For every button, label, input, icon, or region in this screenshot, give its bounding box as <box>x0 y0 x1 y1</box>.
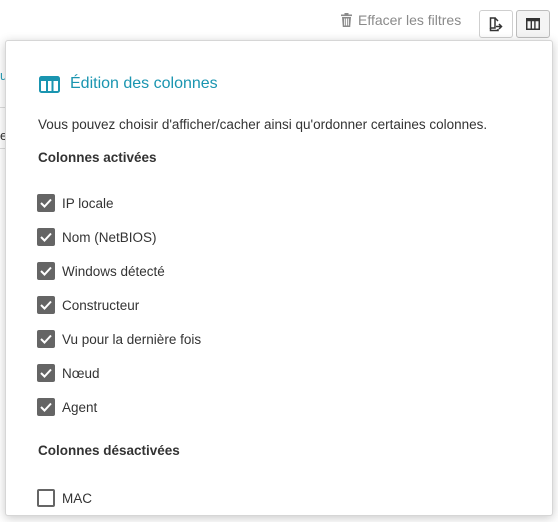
column-label: IP locale <box>62 195 114 211</box>
column-item-nom-netbios[interactable]: Nom (NetBIOS) <box>37 220 201 254</box>
checkbox-checked[interactable] <box>37 330 55 348</box>
columns-icon <box>39 75 60 93</box>
checkbox-checked[interactable] <box>37 262 55 280</box>
clear-filters-label: Effacer les filtres <box>358 12 462 28</box>
checkbox-checked[interactable] <box>37 194 55 212</box>
column-label: Agent <box>62 399 98 415</box>
column-label: Windows détecté <box>62 263 165 279</box>
check-icon <box>40 266 52 276</box>
column-label: MAC <box>62 490 92 506</box>
column-label: Nœud <box>62 365 100 381</box>
column-item-mac[interactable]: MAC <box>37 481 92 515</box>
check-icon <box>40 402 52 412</box>
columns-button[interactable] <box>516 10 550 38</box>
column-item-agent[interactable]: Agent <box>37 390 201 424</box>
column-item-constructeur[interactable]: Constructeur <box>37 288 201 322</box>
column-label: Constructeur <box>62 297 140 313</box>
popover-header: Édition des colonnes <box>39 75 218 93</box>
page-toolbar: Effacer les filtres <box>0 0 558 40</box>
columns-icon <box>526 18 540 30</box>
active-columns-heading: Colonnes activées <box>38 150 157 165</box>
clear-filters-button[interactable]: Effacer les filtres <box>340 12 461 28</box>
check-icon <box>40 198 52 208</box>
checkbox-checked[interactable] <box>37 364 55 382</box>
trash-icon <box>341 13 352 27</box>
column-editor-popover: Édition des colonnes Vous pouvez choisir… <box>5 40 553 516</box>
check-icon <box>40 300 52 310</box>
check-icon <box>40 232 52 242</box>
column-item-noeud[interactable]: Nœud <box>37 356 201 390</box>
export-button[interactable] <box>479 10 513 38</box>
checkbox-unchecked[interactable] <box>37 489 55 507</box>
checkbox-checked[interactable] <box>37 228 55 246</box>
check-icon <box>40 334 52 344</box>
column-item-windows-detecte[interactable]: Windows détecté <box>37 254 201 288</box>
column-item-vu-derniere-fois[interactable]: Vu pour la dernière fois <box>37 322 201 356</box>
popover-description: Vous pouvez choisir d'afficher/cacher ai… <box>38 117 488 132</box>
column-label: Vu pour la dernière fois <box>62 331 202 347</box>
popover-title: Édition des colonnes <box>70 75 218 92</box>
inactive-columns-heading: Colonnes désactivées <box>38 443 180 458</box>
checkbox-checked[interactable] <box>37 398 55 416</box>
checkbox-checked[interactable] <box>37 296 55 314</box>
active-columns-list: IP locale Nom (NetBIOS) Windows détecté … <box>37 186 201 424</box>
column-item-ip-locale[interactable]: IP locale <box>37 186 201 220</box>
column-label: Nom (NetBIOS) <box>62 229 157 245</box>
file-export-icon <box>489 16 503 31</box>
inactive-columns-list: MAC <box>37 481 92 515</box>
check-icon <box>40 368 52 378</box>
